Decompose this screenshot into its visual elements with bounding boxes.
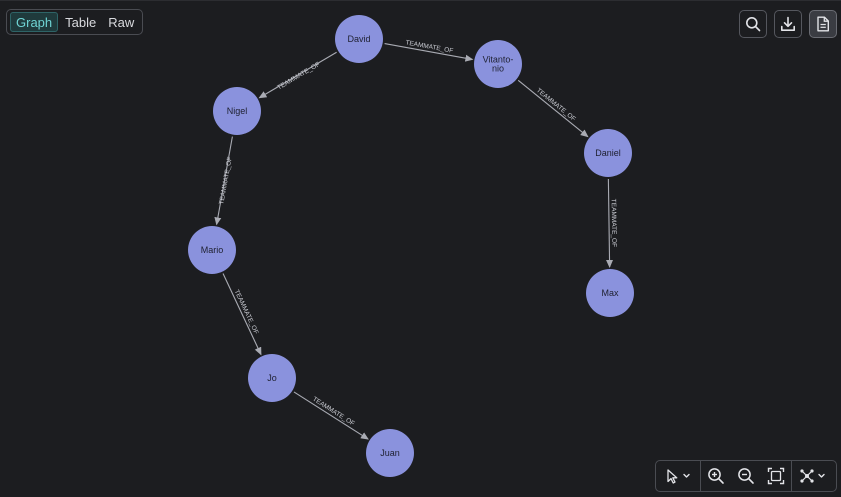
zoom-in-button[interactable]: [701, 461, 731, 491]
pointer-icon: [667, 469, 690, 484]
document-icon: [817, 16, 829, 32]
node-label: Daniel: [595, 148, 621, 158]
edge-label: TEAMMATE_OF: [233, 289, 260, 336]
node-label: nio: [492, 64, 504, 74]
view-switch: Graph Table Raw: [6, 9, 144, 35]
edge-daniel-max[interactable]: [606, 178, 614, 269]
zoom-out-button[interactable]: [731, 461, 761, 491]
node-label: Mario: [201, 245, 224, 255]
graph-toolbar: [655, 460, 837, 492]
edge-label: TEAMMATE_OF: [276, 61, 321, 92]
download-icon: [780, 16, 795, 31]
node-jo[interactable]: Jo: [248, 354, 296, 402]
edge-label: TEAMMATE_OF: [610, 199, 618, 247]
tab-raw[interactable]: Raw: [103, 12, 139, 32]
edge-label: TEAMMATE_OF: [311, 396, 356, 428]
tab-graph[interactable]: Graph: [10, 12, 59, 32]
node-label: Jo: [267, 373, 277, 383]
edge-label: TEAMMATE_OF: [405, 39, 454, 54]
node-label: Nigel: [227, 106, 248, 116]
node-david[interactable]: David: [335, 15, 383, 63]
document-button[interactable]: [809, 10, 837, 38]
node-max[interactable]: Max: [586, 269, 634, 317]
top-toolbar: [739, 10, 837, 38]
node-label: David: [347, 34, 370, 44]
node-label: Max: [601, 288, 619, 298]
fit-view-button[interactable]: [761, 461, 791, 491]
fit-view-icon: [767, 467, 785, 485]
search-icon: [746, 17, 761, 32]
zoom-out-icon: [738, 468, 754, 484]
node-label: Juan: [380, 448, 400, 458]
layout-icon: [800, 469, 825, 483]
graph-visualization[interactable]: TEAMMATE_OF TEAMMATE_OF TEAMMATE_OF TEAMMAT…: [0, 1, 841, 497]
edge-mario-jo[interactable]: [222, 273, 262, 356]
node-mario[interactable]: Mario: [188, 226, 236, 274]
node-vitantonio[interactable]: Vitanto-nio: [474, 40, 522, 88]
edge-vitantonio-daniel[interactable]: [517, 79, 589, 138]
node-daniel[interactable]: Daniel: [584, 129, 632, 177]
pointer-mode-dropdown[interactable]: [656, 461, 700, 491]
edge-label: TEAMMATE_OF: [218, 156, 233, 205]
node-juan[interactable]: Juan: [366, 429, 414, 477]
edge-jo-juan[interactable]: [293, 391, 369, 440]
download-button[interactable]: [774, 10, 802, 38]
zoom-in-icon: [708, 468, 724, 484]
node-nigel[interactable]: Nigel: [213, 87, 261, 135]
graph-canvas[interactable]: TEAMMATE_OF TEAMMATE_OF TEAMMATE_OF TEAMMAT…: [0, 0, 841, 496]
edge-label: TEAMMATE_OF: [535, 87, 577, 123]
tab-table[interactable]: Table: [60, 12, 101, 32]
layout-dropdown[interactable]: [792, 461, 836, 491]
search-button[interactable]: [739, 10, 767, 38]
